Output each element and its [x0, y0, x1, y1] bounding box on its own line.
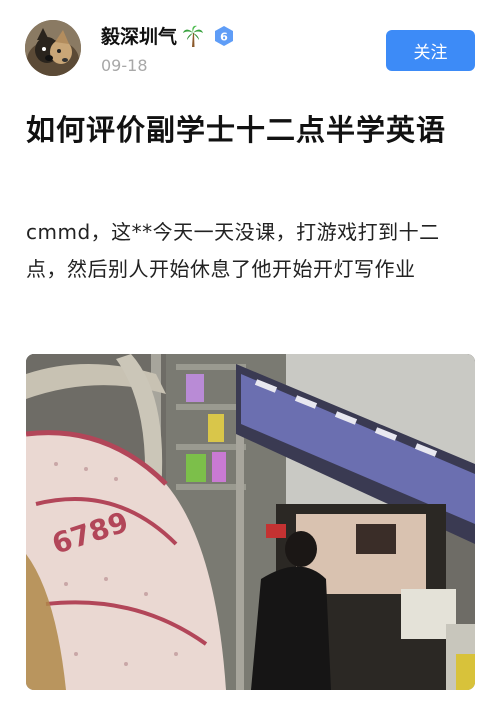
photo-illustration: 6789	[26, 354, 475, 690]
user-avatar[interactable]	[25, 20, 81, 76]
level-badge-number: 6	[220, 30, 228, 43]
dog-avatar-icon	[25, 20, 81, 76]
post-header: 毅深圳气 6 09-18 关注	[0, 0, 501, 92]
palm-tree-icon	[183, 25, 204, 47]
post-body: cmmd，这**今天一天没课，打游戏打到十二点，然后别人开始休息了他开始开灯写作…	[26, 220, 440, 281]
follow-button[interactable]: 关注	[386, 30, 475, 71]
post-title: 如何评价副学士十二点半学英语	[26, 113, 447, 147]
level-badge: 6	[213, 25, 235, 47]
dorm-room-photo[interactable]: 6789	[26, 354, 475, 690]
username-text: 毅深圳气	[101, 26, 178, 48]
username[interactable]: 毅深圳气 6	[101, 22, 235, 49]
post-date: 09-18	[101, 56, 148, 75]
